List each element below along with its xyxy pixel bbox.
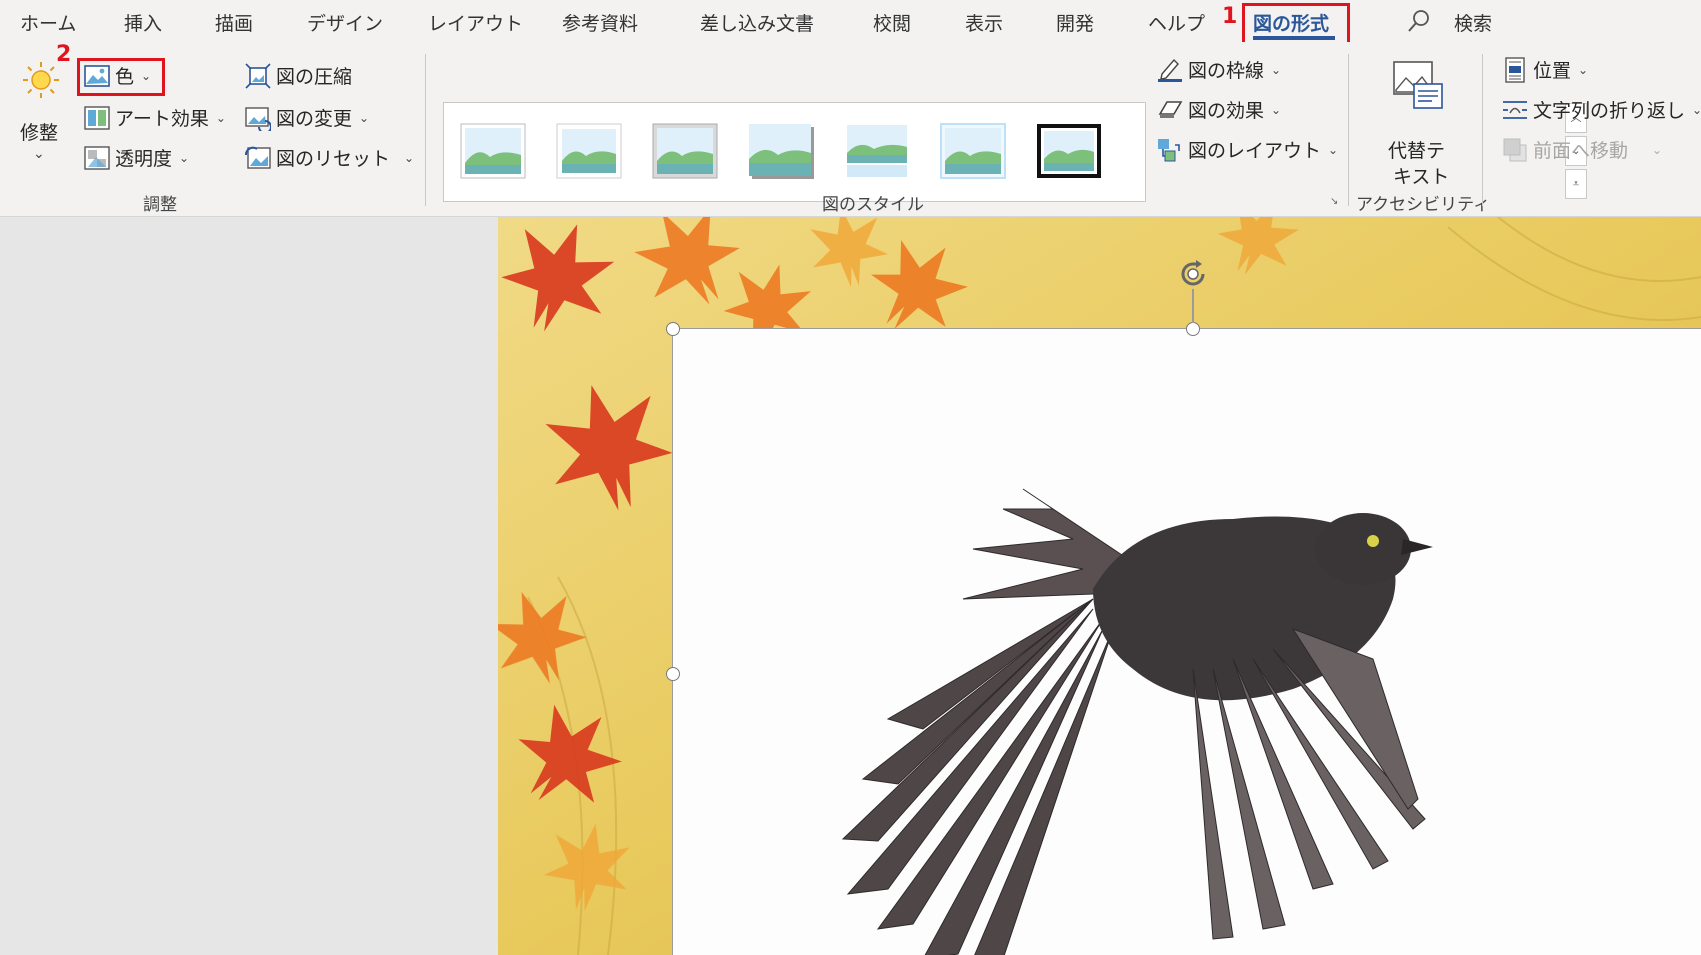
style-thumbnail[interactable]	[460, 123, 526, 179]
dialog-launcher-icon[interactable]: ↘	[1330, 196, 1338, 207]
group-divider	[1482, 54, 1483, 206]
style-thumbnail[interactable]	[652, 123, 718, 179]
chevron-down-icon: ⌄	[179, 150, 190, 165]
reset-picture-label: 図のリセット	[276, 148, 391, 170]
color-button[interactable]: 色 ⌄	[84, 62, 151, 89]
alt-text-button[interactable]: 代替テ キスト	[1382, 60, 1452, 188]
tab-developer[interactable]: 開発	[1056, 9, 1094, 36]
accessibility-group-label: アクセシビリティ	[1356, 195, 1491, 215]
picture-border-button[interactable]: 図の枠線 ⌄	[1157, 56, 1281, 83]
compress-pictures-button[interactable]: 図の圧縮	[245, 62, 352, 89]
alt-text-label-line1: 代替テ	[1388, 140, 1446, 162]
chevron-down-icon: ⌄	[1271, 102, 1282, 117]
chevron-down-icon: ⌄	[404, 150, 415, 165]
tab-draw[interactable]: 描画	[215, 9, 253, 36]
alt-text-icon	[1392, 60, 1444, 110]
position-icon	[1502, 56, 1528, 83]
adjust-group-label: 調整	[143, 195, 177, 215]
change-picture-button[interactable]: 図の変更 ⌄	[245, 104, 370, 134]
selected-picture[interactable]	[673, 329, 1701, 955]
resize-handle-left[interactable]	[666, 667, 680, 681]
compress-icon	[245, 62, 271, 89]
wrap-text-label: 文字列の折り返し	[1533, 100, 1686, 122]
group-divider	[1348, 54, 1349, 206]
bring-forward-button[interactable]: 前面へ移動 ⌄	[1502, 136, 1662, 163]
style-thumbnail[interactable]	[844, 123, 910, 179]
position-label: 位置	[1533, 60, 1572, 82]
wrap-text-icon	[1502, 97, 1528, 123]
picture-border-label: 図の枠線	[1188, 60, 1265, 82]
style-thumbnail[interactable]	[940, 123, 1006, 179]
search-box[interactable]: 検索	[1454, 9, 1492, 36]
corrections-label: 修整	[20, 122, 59, 144]
effects-icon	[1157, 97, 1183, 123]
style-thumbnail[interactable]	[556, 123, 622, 179]
chevron-down-icon: ⌄	[141, 68, 152, 83]
transparency-label: 透明度	[115, 148, 173, 170]
rotate-handle-stem	[1192, 289, 1194, 323]
tab-insert[interactable]: 挿入	[124, 9, 162, 36]
position-button[interactable]: 位置 ⌄	[1502, 56, 1588, 83]
tab-layout[interactable]: レイアウト	[428, 9, 523, 36]
style-thumbnail[interactable]	[1036, 123, 1102, 179]
bring-forward-icon	[1502, 137, 1528, 163]
change-picture-icon	[245, 105, 272, 134]
document-page[interactable]	[498, 217, 1701, 955]
group-divider	[425, 54, 426, 206]
tab-view[interactable]: 表示	[965, 9, 1003, 36]
sun-icon	[21, 60, 61, 100]
bird-photo-image	[841, 488, 1433, 955]
corrections-chevron: ⌄	[33, 146, 45, 162]
tab-help[interactable]: ヘルプ	[1148, 9, 1205, 36]
wrap-text-button[interactable]: 文字列の折り返し ⌄	[1502, 96, 1701, 123]
resize-handle-top-left[interactable]	[666, 322, 680, 336]
chevron-down-icon: ⌄	[215, 110, 226, 125]
picture-layout-button[interactable]: 図のレイアウト ⌄	[1157, 136, 1338, 163]
artistic-effects-button[interactable]: アート効果 ⌄	[84, 104, 226, 131]
transparency-icon	[84, 145, 110, 171]
alt-text-label-line2: キスト	[1393, 166, 1450, 188]
ribbon-tabs: ホーム 挿入 描画 デザイン レイアウト 参考資料 差し込み文書 校閲 表示 開…	[0, 0, 1701, 50]
style-thumbnail[interactable]	[748, 123, 814, 179]
gallery-more[interactable]: ⩡	[1565, 169, 1587, 199]
document-canvas-margin	[0, 217, 498, 955]
pen-border-icon	[1157, 57, 1183, 83]
color-label: 色	[115, 66, 135, 88]
picture-effects-button[interactable]: 図の効果 ⌄	[1157, 96, 1281, 123]
ribbon: 修整 ⌄ 2 色 ⌄ アート効果 ⌄ 透明度 ⌄ 図の圧縮 図の変更 ⌄ 図のリ…	[0, 42, 1701, 217]
chevron-down-icon: ⌄	[1578, 62, 1589, 77]
resize-handle-top[interactable]	[1186, 322, 1200, 336]
tab-review[interactable]: 校閲	[873, 9, 911, 36]
artistic-effects-label: アート効果	[115, 108, 209, 130]
step-2-marker: 2	[56, 42, 72, 67]
picture-effects-label: 図の効果	[1188, 100, 1265, 122]
artistic-effects-icon	[84, 105, 110, 131]
chevron-down-icon: ⌄	[1652, 142, 1663, 157]
chevron-down-icon: ⌄	[1271, 62, 1282, 77]
tab-mailings[interactable]: 差し込み文書	[700, 9, 814, 36]
reset-picture-icon	[245, 145, 271, 171]
tab-design[interactable]: デザイン	[307, 9, 383, 36]
rotate-icon[interactable]	[1176, 257, 1210, 291]
transparency-button[interactable]: 透明度 ⌄	[84, 144, 189, 171]
chevron-down-icon: ⌄	[1692, 102, 1701, 117]
tab-home[interactable]: ホーム	[20, 9, 76, 36]
chevron-down-icon: ⌄	[1328, 142, 1339, 157]
change-picture-label: 図の変更	[276, 108, 353, 130]
step-1-marker: 1	[1222, 4, 1238, 29]
search-icon[interactable]	[1407, 8, 1431, 34]
picture-color-icon	[84, 63, 110, 89]
styles-group-label: 図のスタイル	[822, 195, 924, 215]
corrections-button[interactable]: 修整 ⌄	[16, 60, 68, 180]
compress-pictures-label: 図の圧縮	[276, 66, 353, 88]
picture-layout-icon	[1157, 137, 1183, 163]
picture-styles-gallery: ︿ ⌄ ⩡	[443, 102, 1587, 202]
reset-picture-button[interactable]: 図のリセット ⌄	[245, 144, 414, 171]
picture-layout-label: 図のレイアウト	[1188, 140, 1322, 162]
chevron-down-icon: ⌄	[359, 110, 370, 125]
bring-forward-label: 前面へ移動	[1533, 140, 1629, 162]
tab-references[interactable]: 参考資料	[562, 9, 638, 36]
